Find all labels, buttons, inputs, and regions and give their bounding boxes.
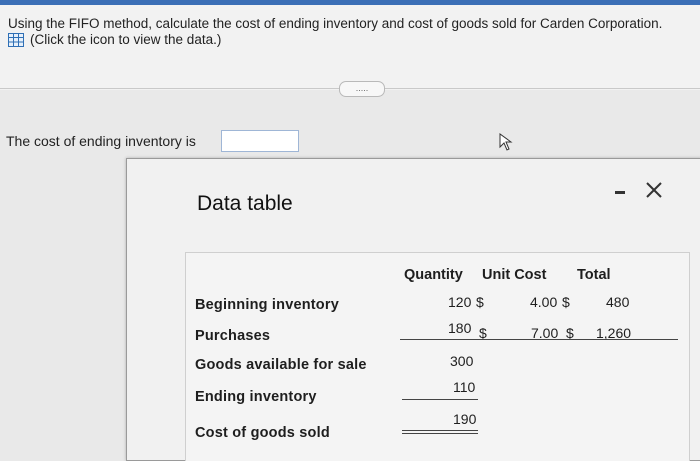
row-label: Ending inventory xyxy=(195,389,317,405)
quantity-cell: 180 xyxy=(448,320,472,336)
question-text: Using the FIFO method, calculate the cos… xyxy=(8,16,663,31)
total-cell: 480 xyxy=(606,294,630,310)
quantity-cell: 300 xyxy=(450,353,474,369)
quantity-cell: 110 xyxy=(453,379,476,395)
minimize-button[interactable] xyxy=(611,185,631,195)
data-table-dialog: Data table Quantity Unit Cost Total Begi… xyxy=(126,158,700,461)
table-icon[interactable] xyxy=(8,32,24,47)
row-label: Cost of goods sold xyxy=(195,425,330,441)
dialog-title: Data table xyxy=(197,192,293,215)
dollar-sign: $ xyxy=(476,294,484,310)
dollar-sign: $ xyxy=(562,294,570,310)
subtotal-rule xyxy=(402,399,478,400)
close-icon[interactable] xyxy=(643,179,665,201)
click-hint-text: (Click the icon to view the data.) xyxy=(30,32,222,47)
data-table: Quantity Unit Cost Total Beginning inven… xyxy=(185,252,690,461)
subtotal-rule xyxy=(400,339,678,340)
double-rule-top xyxy=(402,430,478,431)
quantity-cell: 190 xyxy=(453,411,477,427)
unit-cost-cell: 4.00 xyxy=(530,294,558,310)
more-button[interactable]: ..... xyxy=(339,81,385,97)
top-accent-bar xyxy=(0,0,700,5)
header-unit-cost: Unit Cost xyxy=(482,267,547,283)
row-label: Beginning inventory xyxy=(195,297,339,313)
answer-prompt: The cost of ending inventory is xyxy=(6,133,196,149)
row-label: Purchases xyxy=(195,328,271,344)
header-total: Total xyxy=(577,267,611,283)
quantity-cell: 120 xyxy=(448,294,472,310)
pointer-cursor-icon xyxy=(499,133,513,151)
minimize-icon xyxy=(615,191,625,194)
double-rule-bottom xyxy=(402,433,478,434)
header-quantity: Quantity xyxy=(404,267,463,283)
row-label: Goods available for sale xyxy=(195,357,367,373)
ending-inventory-input[interactable] xyxy=(221,130,299,152)
view-data-link[interactable]: (Click the icon to view the data.) xyxy=(8,32,221,47)
